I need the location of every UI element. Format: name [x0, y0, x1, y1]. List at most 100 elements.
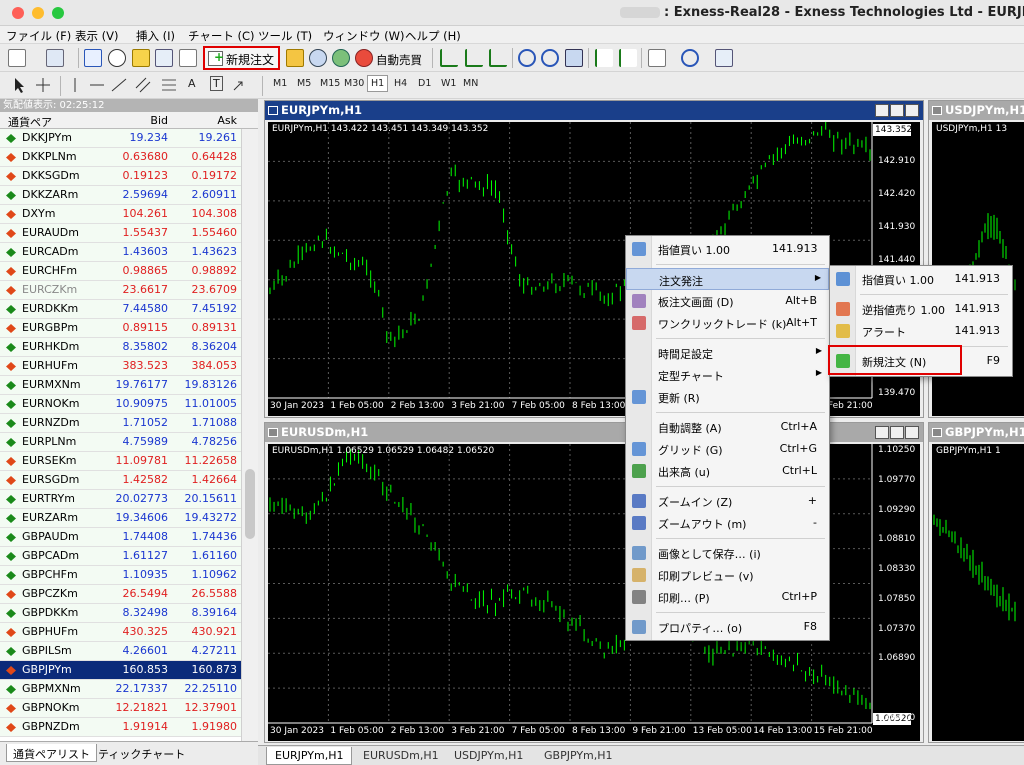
market-watch-row[interactable]: EURAUDm 1.55437 1.55460 — [0, 224, 241, 243]
cursor-icon[interactable] — [10, 76, 28, 94]
indicators-icon[interactable] — [648, 49, 666, 67]
timeframe-d1[interactable]: D1 — [418, 78, 431, 89]
auto-scale-item[interactable]: 自動調整 (A) Ctrl+A — [626, 416, 829, 438]
zoom-out-icon[interactable] — [541, 49, 559, 67]
close-chart-button[interactable] — [905, 426, 919, 439]
market-watch-row[interactable]: DKKZARm 2.59694 2.60911 — [0, 186, 241, 205]
market-watch-row[interactable]: GBPCHFm 1.10935 1.10962 — [0, 566, 241, 585]
maximize-chart-button[interactable] — [890, 426, 904, 439]
zoom-window-button[interactable] — [52, 7, 64, 19]
minimize-window-button[interactable] — [32, 7, 44, 19]
zoom-in-icon[interactable] — [518, 49, 536, 67]
refresh-item[interactable]: 更新 (R) — [626, 386, 829, 408]
zoom-out-item[interactable]: ズームアウト (m) - — [626, 512, 829, 534]
market-watch-row[interactable]: GBPHUFm 430.325 430.921 — [0, 623, 241, 642]
market-watch-row[interactable]: GBPDKKm 8.32498 8.39164 — [0, 604, 241, 623]
save-as-picture-item[interactable]: 画像として保存… (i) — [626, 542, 829, 564]
market-watch-row[interactable]: EURNZDm 1.71052 1.71088 — [0, 414, 241, 433]
new-order-button[interactable]: 新規注文 — [203, 46, 280, 70]
timeframe-w1[interactable]: W1 — [441, 78, 456, 89]
column-bid[interactable]: Bid — [105, 114, 168, 127]
periods-clock-icon[interactable] — [681, 49, 699, 67]
fibonacci-icon[interactable] — [160, 76, 178, 94]
templates-item[interactable]: 定型チャート ▶ — [626, 364, 829, 386]
tile-windows-icon[interactable] — [565, 49, 583, 67]
minimize-chart-button[interactable] — [875, 426, 889, 439]
arrows-icon[interactable] — [230, 76, 248, 94]
market-watch-row[interactable]: EURDKKm 7.44580 7.45192 — [0, 300, 241, 319]
templates-icon[interactable] — [715, 49, 733, 67]
chart-window-gbpjpy[interactable]: GBPJPYm,H1 GBPJPYm,H1 1 — [928, 422, 1024, 743]
market-watch-row[interactable]: EURCHFm 0.98865 0.98892 — [0, 262, 241, 281]
properties-item[interactable]: プロパティ… (o) F8 — [626, 616, 829, 638]
tab-tick-chart[interactable]: ティックチャート — [92, 744, 191, 762]
dom-item[interactable]: 板注文画面 (D) Alt+B — [626, 290, 829, 312]
chart-plot-area[interactable]: GBPJPYm,H1 1 — [932, 444, 1024, 741]
market-watch-row[interactable]: EURTRYm 20.02773 20.15611 — [0, 490, 241, 509]
data-window-icon[interactable] — [108, 49, 126, 67]
menu-file[interactable]: ファイル (F) — [6, 28, 71, 44]
market-watch-row[interactable]: EURPLNm 4.75989 4.78256 — [0, 433, 241, 452]
market-watch-row[interactable]: GBPMXNm 22.17337 22.25110 — [0, 680, 241, 699]
channel-icon[interactable] — [134, 76, 152, 94]
timeframe-h4[interactable]: H4 — [394, 78, 407, 89]
market-watch-row[interactable]: GBPJPYm 160.853 160.873 — [0, 661, 241, 680]
market-watch-row[interactable]: EURCADm 1.43603 1.43623 — [0, 243, 241, 262]
maximize-chart-button[interactable] — [890, 104, 904, 117]
terminal-icon[interactable] — [155, 49, 173, 67]
close-chart-button[interactable] — [905, 104, 919, 117]
grid-item[interactable]: グリッド (G) Ctrl+G — [626, 438, 829, 460]
tester-icon[interactable] — [179, 49, 197, 67]
market-watch-row[interactable]: EURGBPm 0.89115 0.89131 — [0, 319, 241, 338]
timeframe-m15[interactable]: M15 — [320, 78, 340, 89]
market-watch-row[interactable]: GBPCZKm 26.5494 26.5588 — [0, 585, 241, 604]
market-watch-row[interactable]: GBPCADm 1.61127 1.61160 — [0, 547, 241, 566]
market-watch-row[interactable]: EURSEKm 11.09781 11.22658 — [0, 452, 241, 471]
menu-tools[interactable]: ツール (T) — [258, 28, 312, 44]
menu-window[interactable]: ウィンドウ (W) — [323, 28, 405, 44]
market-watch-row[interactable]: EURZARm 19.34606 19.43272 — [0, 509, 241, 528]
print-preview-item[interactable]: 印刷プレビュー (v) — [626, 564, 829, 586]
submenu-buy-limit[interactable]: 指値買い 1.00 141.913 — [830, 268, 1012, 290]
bar-chart-icon[interactable] — [440, 49, 458, 67]
market-watch-row[interactable]: DKKSGDm 0.19123 0.19172 — [0, 167, 241, 186]
market-watch-row[interactable]: EURHKDm 8.35802 8.36204 — [0, 338, 241, 357]
market-watch-scrollbar[interactable] — [241, 129, 258, 741]
scrollbar-thumb[interactable] — [245, 469, 255, 539]
metaeditor-icon[interactable] — [286, 49, 304, 67]
line-chart-icon[interactable] — [489, 49, 507, 67]
column-ask[interactable]: Ask — [172, 114, 237, 127]
market-watch-icon[interactable] — [84, 49, 102, 67]
auto-trading-icon[interactable] — [355, 49, 373, 67]
place-order-item[interactable]: 注文発注 ▶ — [626, 268, 829, 290]
close-window-button[interactable] — [12, 7, 24, 19]
new-chart-icon[interactable] — [8, 49, 26, 67]
column-symbol[interactable]: 通貨ペア — [8, 114, 52, 130]
submenu-alert[interactable]: アラート 141.913 — [830, 320, 1012, 342]
menu-chart[interactable]: チャート (C) — [188, 28, 255, 44]
timeframe-h1[interactable]: H1 — [367, 75, 389, 92]
vertical-line-icon[interactable] — [66, 76, 84, 94]
timeframe-m5[interactable]: M5 — [297, 78, 311, 89]
chart-tab-eurusd[interactable]: EURUSDm,H1 — [355, 747, 447, 765]
one-click-trading-item[interactable]: ワンクリックトレード (k) Alt+T — [626, 312, 829, 334]
menu-view[interactable]: 表示 (V) — [75, 28, 119, 44]
auto-scroll-icon[interactable] — [595, 49, 613, 67]
community-icon[interactable] — [309, 49, 327, 67]
market-watch-row[interactable]: DKKJPYm 19.234 19.261 — [0, 129, 241, 148]
horizontal-line-icon[interactable] — [88, 76, 106, 94]
market-watch-row[interactable]: EURNOKm 10.90975 11.01005 — [0, 395, 241, 414]
menu-help[interactable]: ヘルプ (H) — [405, 28, 461, 44]
timeframe-m30[interactable]: M30 — [344, 78, 364, 89]
market-watch-row[interactable]: GBPNOKm 12.21821 12.37901 — [0, 699, 241, 718]
signals-icon[interactable] — [332, 49, 350, 67]
market-watch-row[interactable]: DKKPLNm 0.63680 0.64428 — [0, 148, 241, 167]
crosshair-icon[interactable] — [34, 76, 52, 94]
menu-insert[interactable]: 挿入 (I) — [136, 28, 175, 44]
market-watch-row[interactable]: DXYm 104.261 104.308 — [0, 205, 241, 224]
market-watch-row[interactable]: GBPAUDm 1.74408 1.74436 — [0, 528, 241, 547]
trend-line-icon[interactable] — [110, 76, 128, 94]
market-watch-row[interactable]: EURSGDm 1.42582 1.42664 — [0, 471, 241, 490]
chart-tab-usdjpy[interactable]: USDJPYm,H1 — [446, 747, 531, 765]
volumes-item[interactable]: 出来高 (u) Ctrl+L — [626, 460, 829, 482]
